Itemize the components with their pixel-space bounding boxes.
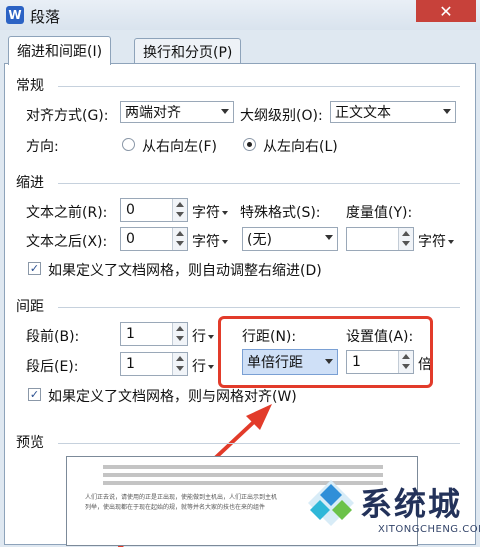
preview-line	[103, 465, 383, 469]
watermark-title: 系统城	[360, 485, 463, 523]
section-preview-title: 预览	[16, 435, 44, 451]
preview-line	[103, 473, 383, 477]
watermark-logo-icon	[308, 480, 354, 526]
section-divider	[58, 443, 460, 444]
watermark-url: XITONGCHENG.COM	[378, 524, 480, 535]
tab-indent-spacing[interactable]: 缩进和间距(I)	[8, 36, 112, 65]
tab-label: 缩进和间距(I)	[17, 44, 103, 60]
